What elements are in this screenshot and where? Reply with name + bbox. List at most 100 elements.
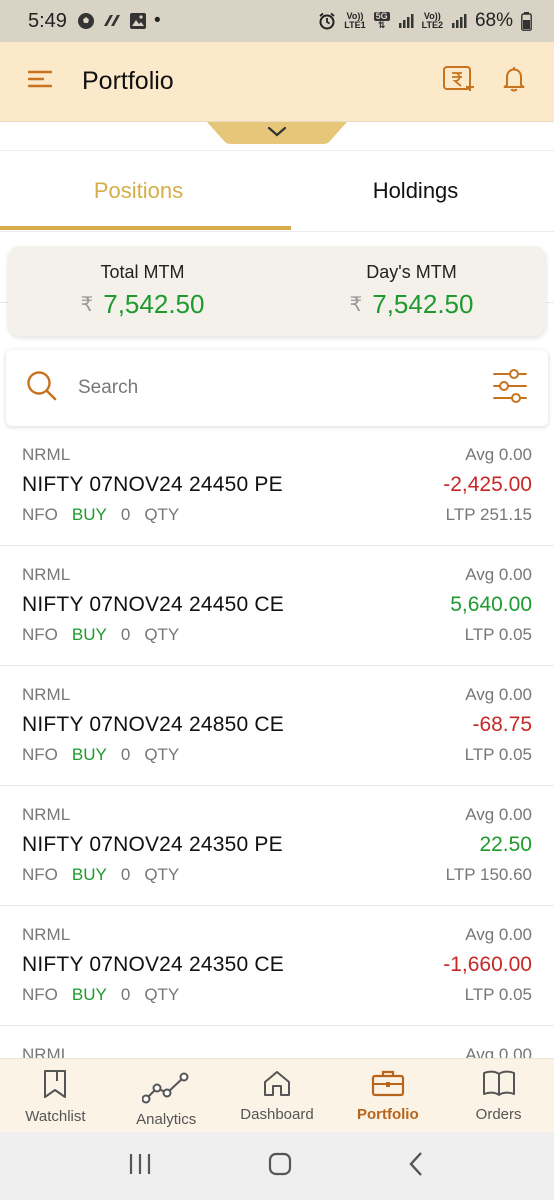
portfolio-tabs: Positions Holdings xyxy=(0,150,554,232)
tab-holdings[interactable]: Holdings xyxy=(277,151,554,231)
instrument-symbol: NIFTY 07NOV24 24450 PE xyxy=(22,473,283,496)
nav-watchlist[interactable]: Watchlist xyxy=(0,1059,111,1132)
ltp: LTP 150.60 xyxy=(445,865,532,884)
nav-portfolio[interactable]: Portfolio xyxy=(332,1059,443,1132)
total-mtm-value: 7,542.50 xyxy=(103,289,205,319)
network-b: Vo)) LTE2 xyxy=(422,12,443,30)
header-actions xyxy=(442,65,554,98)
position-row[interactable]: NRML Avg 0.00 NIFTY 07NOV24 24850 CE -68.7… xyxy=(0,666,554,786)
nav-label: Watchlist xyxy=(25,1108,86,1125)
alarm-icon xyxy=(318,12,336,30)
status-left-icons: • xyxy=(77,10,161,32)
home-icon xyxy=(262,1069,292,1101)
nav-dashboard[interactable]: Dashboard xyxy=(222,1059,333,1132)
side-badge: BUY xyxy=(71,505,107,524)
position-row[interactable]: NRML Avg 0.00 NIFTY 07NOV24 24450 CE 5,640… xyxy=(0,546,554,666)
instrument-symbol: NIFTY 07NOV24 24350 PE xyxy=(22,833,283,856)
network-a-bottom: LTE1 xyxy=(344,20,366,30)
search-bar[interactable]: Search xyxy=(6,350,548,426)
instrument-symbol: NIFTY 07NOV24 24850 CE xyxy=(22,713,284,736)
avg-price: Avg 0.00 xyxy=(465,1045,532,1058)
status-bar: 5:49 • Vo)) LTE1 5G ⇅ Vo)) LTE2 68% xyxy=(0,0,554,42)
data-arrows-icon: ⇅ xyxy=(377,20,386,30)
exchange: NFO xyxy=(22,745,58,764)
nav-analytics[interactable]: Analytics xyxy=(111,1059,222,1132)
position-pnl: 5,640.00 xyxy=(450,593,532,616)
position-row[interactable]: NRML Avg 0.00 NIFTY 07NOV24 24350 PE 22.50… xyxy=(0,786,554,906)
side-badge: BUY xyxy=(71,985,107,1004)
total-mtm-label: Total MTM xyxy=(100,262,185,282)
battery-percent: 68% xyxy=(474,10,513,31)
product-type: NRML xyxy=(22,925,71,944)
rupee-icon: ₹ xyxy=(349,294,363,316)
product-type: NRML xyxy=(22,685,71,704)
active-tab-indicator xyxy=(0,226,291,230)
status-dot: • xyxy=(153,10,161,31)
recent-apps-icon[interactable] xyxy=(127,1152,153,1181)
nav-label: Portfolio xyxy=(356,1106,419,1123)
exchange: NFO xyxy=(22,625,58,644)
exchange: NFO xyxy=(22,505,58,524)
qty-label: QTY xyxy=(144,745,180,764)
briefcase-icon xyxy=(371,1069,405,1101)
football-icon xyxy=(77,12,95,30)
quantity: 0 xyxy=(120,625,131,644)
collapse-toggle[interactable] xyxy=(207,122,347,146)
position-pnl: -68.75 xyxy=(472,713,532,736)
positions-list: NRML Avg 0.00 NIFTY 07NOV24 24450 PE -2,42… xyxy=(0,426,554,1058)
avg-price: Avg 0.00 xyxy=(465,805,532,824)
ltp: LTP 251.15 xyxy=(445,505,532,524)
total-mtm: Total MTM ₹ 7,542.50 xyxy=(8,246,277,336)
position-pnl: 22.50 xyxy=(479,833,532,856)
status-time: 5:49 xyxy=(28,9,67,32)
back-icon[interactable] xyxy=(407,1151,427,1182)
position-row[interactable]: NRML Avg 0.00 NIFTY 07NOV24 24450 PE -2,42… xyxy=(0,426,554,546)
battery-icon xyxy=(521,11,532,31)
home-button-icon[interactable] xyxy=(267,1151,293,1182)
product-type: NRML xyxy=(22,1045,71,1058)
qty-label: QTY xyxy=(144,505,180,524)
tab-positions[interactable]: Positions xyxy=(0,151,277,231)
product-type: NRML xyxy=(22,565,71,584)
quantity: 0 xyxy=(120,745,131,764)
avg-price: Avg 0.00 xyxy=(465,685,532,704)
qty-label: QTY xyxy=(144,985,180,1004)
product-type: NRML xyxy=(22,445,71,464)
bell-icon[interactable] xyxy=(502,66,526,97)
network-type: 5G ⇅ xyxy=(373,12,390,30)
position-row[interactable]: NRML Avg 0.00 NIFTY 07NOV24 24350 CE -1,66… xyxy=(0,906,554,1026)
position-row[interactable]: NRML Avg 0.00 xyxy=(0,1026,554,1058)
book-icon xyxy=(482,1069,516,1101)
avg-price: Avg 0.00 xyxy=(465,565,532,584)
side-badge: BUY xyxy=(71,625,107,644)
exchange: NFO xyxy=(22,865,58,884)
quantity: 0 xyxy=(120,865,131,884)
signal-icon xyxy=(451,13,467,29)
search-input[interactable]: Search xyxy=(78,377,138,399)
system-navigation-bar xyxy=(0,1132,554,1200)
nav-label: Dashboard xyxy=(240,1106,314,1123)
nav-orders[interactable]: Orders xyxy=(443,1059,554,1132)
qty-label: QTY xyxy=(144,865,180,884)
filter-icon[interactable] xyxy=(492,368,528,408)
analytics-icon xyxy=(141,1071,190,1109)
bookmark-icon xyxy=(41,1069,69,1103)
avg-price: Avg 0.00 xyxy=(465,925,532,944)
day-mtm-row: ₹ 7,542.50 xyxy=(350,289,474,320)
search-icon xyxy=(26,370,58,407)
ltp: LTP 0.05 xyxy=(464,745,532,764)
network-a: Vo)) LTE1 xyxy=(344,12,365,30)
menu-icon[interactable] xyxy=(27,69,53,94)
day-mtm: Day's MTM ₹ 7,542.50 xyxy=(277,246,546,336)
nav-label: Analytics xyxy=(136,1111,197,1128)
network-b-bottom: LTE2 xyxy=(421,20,443,30)
product-type: NRML xyxy=(22,805,71,824)
signal-icon xyxy=(398,13,414,29)
position-pnl: -1,660.00 xyxy=(443,953,532,976)
rupee-icon: ₹ xyxy=(80,294,94,316)
gallery-icon xyxy=(129,12,147,30)
quantity: 0 xyxy=(120,985,131,1004)
ltp: LTP 0.05 xyxy=(464,625,532,644)
day-mtm-label: Day's MTM xyxy=(366,262,457,282)
add-funds-icon[interactable] xyxy=(442,65,476,98)
